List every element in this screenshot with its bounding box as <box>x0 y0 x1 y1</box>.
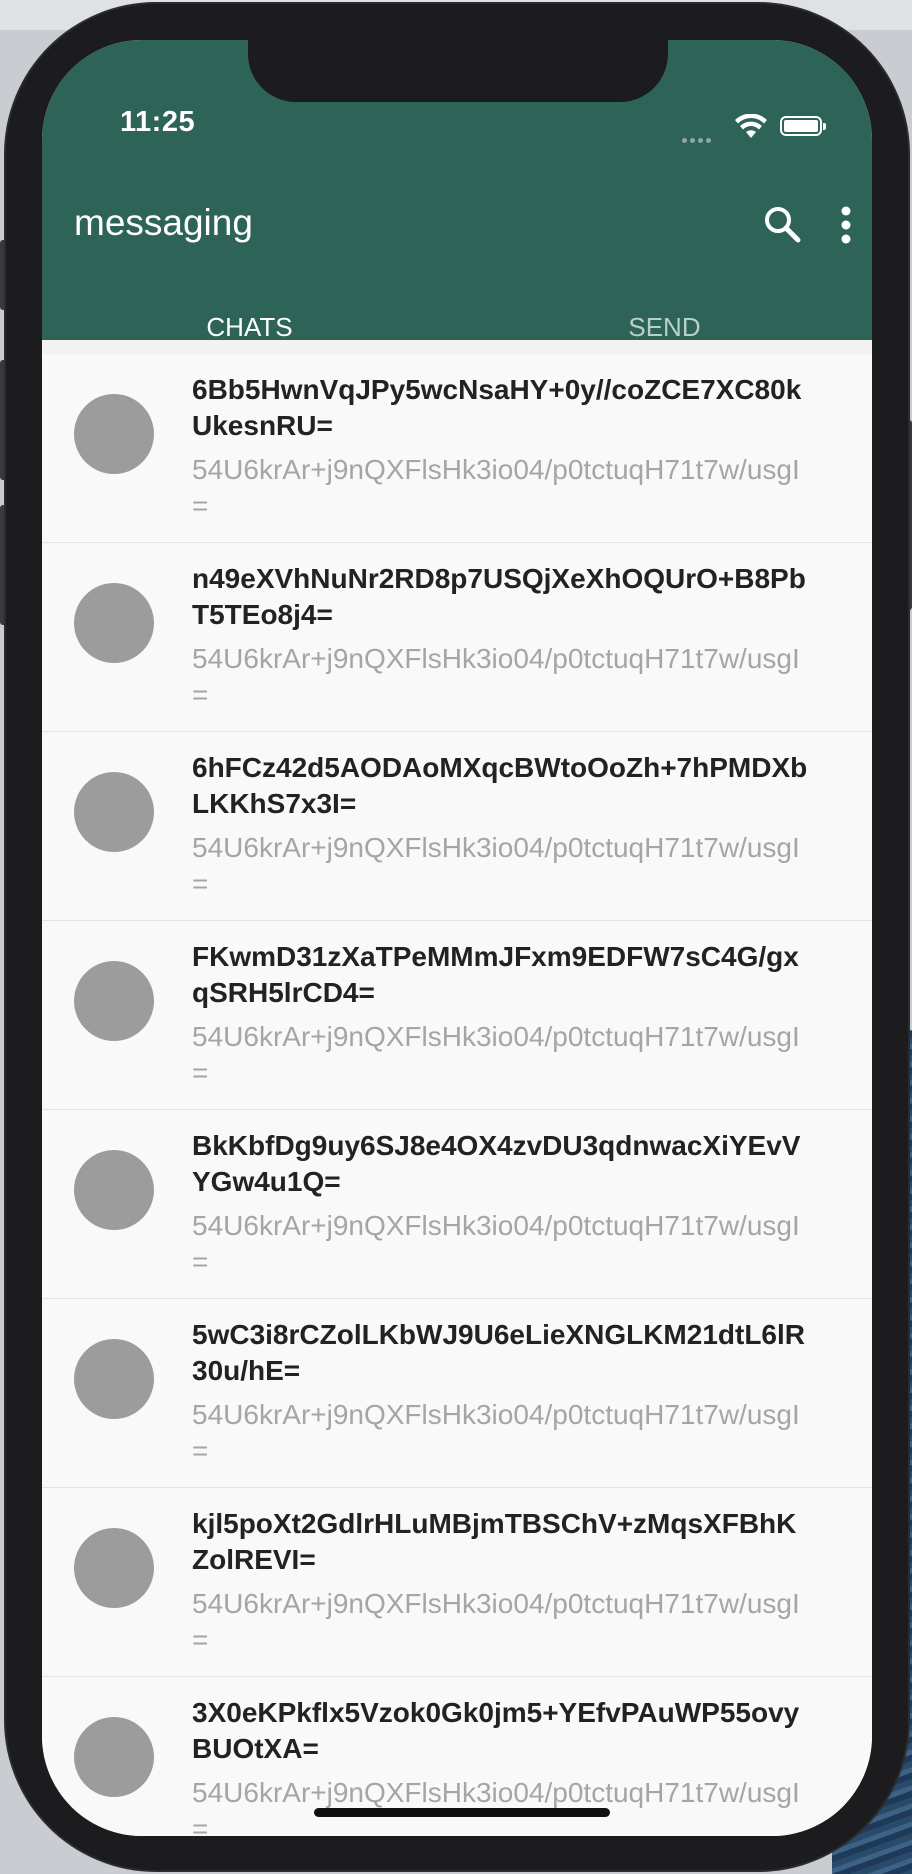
chat-title: 5wC3i8rCZolLKbWJ9U6eLieXNGLKM21dtL6lR30u… <box>192 1319 805 1386</box>
chat-title: FKwmD31zXaTPeMMmJFxm9EDFW7sC4G/gxqSRH5lr… <box>192 941 799 1008</box>
chat-list-item[interactable]: kjl5poXt2GdlrHLuMBjmTBSChV+zMqsXFBhKZolR… <box>42 1488 872 1677</box>
chat-text: kjl5poXt2GdlrHLuMBjmTBSChV+zMqsXFBhKZolR… <box>192 1506 812 1658</box>
chat-list-item[interactable]: 5wC3i8rCZolLKbWJ9U6eLieXNGLKM21dtL6lR30u… <box>42 1299 872 1488</box>
status-time: 11:25 <box>120 106 196 138</box>
chat-list-item[interactable]: 6Bb5HwnVqJPy5wcNsaHY+0y//coZCE7XC80kUkes… <box>42 354 872 543</box>
chat-title: 6Bb5HwnVqJPy5wcNsaHY+0y//coZCE7XC80kUkes… <box>192 374 802 441</box>
tab-send[interactable]: SEND <box>457 292 872 346</box>
chat-subtitle: 54U6krAr+j9nQXFlsHk3io04/p0tctuqH71t7w/u… <box>192 832 800 899</box>
home-indicator[interactable] <box>314 1808 610 1817</box>
screen: 11:25 messaging CHATS SEND 6Bb5HwnVqJPy5… <box>42 40 872 1836</box>
app-header: 11:25 messaging CHATS SEND <box>42 40 872 342</box>
list-top-gap <box>42 340 872 355</box>
avatar <box>74 394 154 474</box>
chat-text: 6Bb5HwnVqJPy5wcNsaHY+0y//coZCE7XC80kUkes… <box>192 372 812 524</box>
avatar <box>74 1150 154 1230</box>
chat-subtitle: 54U6krAr+j9nQXFlsHk3io04/p0tctuqH71t7w/u… <box>192 454 800 521</box>
avatar <box>74 583 154 663</box>
chat-list-item[interactable]: 6hFCz42d5AODAoMXqcBWtoOoZh+7hPMDXbLKKhS7… <box>42 732 872 921</box>
chat-text: 5wC3i8rCZolLKbWJ9U6eLieXNGLKM21dtL6lR30u… <box>192 1317 812 1469</box>
avatar <box>74 961 154 1041</box>
chat-subtitle: 54U6krAr+j9nQXFlsHk3io04/p0tctuqH71t7w/u… <box>192 1399 800 1466</box>
chat-list: 6Bb5HwnVqJPy5wcNsaHY+0y//coZCE7XC80kUkes… <box>42 354 872 1836</box>
chat-subtitle: 54U6krAr+j9nQXFlsHk3io04/p0tctuqH71t7w/u… <box>192 1210 800 1277</box>
chat-subtitle: 54U6krAr+j9nQXFlsHk3io04/p0tctuqH71t7w/u… <box>192 1021 800 1088</box>
avatar <box>74 772 154 852</box>
search-icon[interactable] <box>762 204 802 244</box>
chat-title: kjl5poXt2GdlrHLuMBjmTBSChV+zMqsXFBhKZolR… <box>192 1508 797 1575</box>
chat-title: 6hFCz42d5AODAoMXqcBWtoOoZh+7hPMDXbLKKhS7… <box>192 752 808 819</box>
chat-list-item[interactable]: FKwmD31zXaTPeMMmJFxm9EDFW7sC4G/gxqSRH5lr… <box>42 921 872 1110</box>
tab-bar: CHATS SEND <box>42 292 872 342</box>
notch <box>248 40 668 102</box>
wifi-icon <box>735 114 767 138</box>
tab-chats[interactable]: CHATS <box>42 292 457 346</box>
chat-list-item[interactable]: BkKbfDg9uy6SJ8e4OX4zvDU3qdnwacXiYEvVYGw4… <box>42 1110 872 1299</box>
chat-text: n49eXVhNuNr2RD8p7USQjXeXhOQUrO+B8PbT5TEo… <box>192 561 812 713</box>
chat-title: 3X0eKPkflx5Vzok0Gk0jm5+YEfvPAuWP55ovyBUO… <box>192 1697 800 1764</box>
avatar <box>74 1717 154 1797</box>
chat-text: 6hFCz42d5AODAoMXqcBWtoOoZh+7hPMDXbLKKhS7… <box>192 750 812 902</box>
signal-icon <box>682 130 722 143</box>
battery-icon <box>780 116 826 136</box>
avatar <box>74 1339 154 1419</box>
chat-list-item[interactable]: n49eXVhNuNr2RD8p7USQjXeXhOQUrO+B8PbT5TEo… <box>42 543 872 732</box>
chat-subtitle: 54U6krAr+j9nQXFlsHk3io04/p0tctuqH71t7w/u… <box>192 1777 800 1836</box>
chat-title: BkKbfDg9uy6SJ8e4OX4zvDU3qdnwacXiYEvVYGw4… <box>192 1130 801 1197</box>
chat-subtitle: 54U6krAr+j9nQXFlsHk3io04/p0tctuqH71t7w/u… <box>192 1588 800 1655</box>
chat-title: n49eXVhNuNr2RD8p7USQjXeXhOQUrO+B8PbT5TEo… <box>192 563 806 630</box>
chat-text: BkKbfDg9uy6SJ8e4OX4zvDU3qdnwacXiYEvVYGw4… <box>192 1128 812 1280</box>
chat-text: FKwmD31zXaTPeMMmJFxm9EDFW7sC4G/gxqSRH5lr… <box>192 939 812 1091</box>
chat-subtitle: 54U6krAr+j9nQXFlsHk3io04/p0tctuqH71t7w/u… <box>192 643 800 710</box>
more-vertical-icon[interactable] <box>838 206 854 244</box>
app-title: messaging <box>74 202 253 243</box>
avatar <box>74 1528 154 1608</box>
phone-frame: 11:25 messaging CHATS SEND 6Bb5HwnVqJPy5… <box>6 4 908 1870</box>
